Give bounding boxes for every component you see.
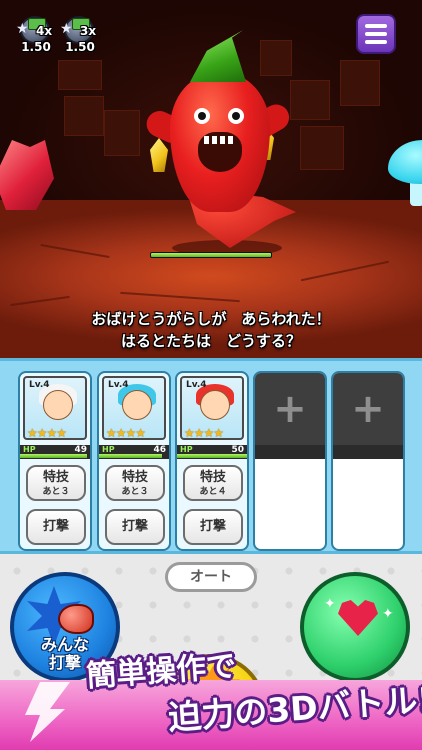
- party-member-card: Lv.4 ★★★★ HP 50 特技 あと４ 打撃: [175, 371, 249, 551]
- attack-button[interactable]: 打撃: [183, 509, 243, 545]
- hamburger-menu-icon: [365, 40, 387, 44]
- skill-label: 特技: [199, 470, 226, 485]
- rarity-stars: ★★★★: [106, 426, 146, 440]
- monster-eye: [228, 108, 244, 124]
- speed-badge: ★ 4x 1.50: [14, 14, 58, 56]
- empty-slot-top: +: [333, 373, 403, 445]
- hp-bar: HP 46: [99, 445, 169, 459]
- enemy-hp-fill: [151, 253, 271, 257]
- character-portrait[interactable]: Lv.4 ★★★★: [102, 376, 166, 440]
- character-portrait[interactable]: Lv.4 ★★★★: [23, 376, 87, 440]
- menu-button[interactable]: [356, 14, 396, 54]
- character-level: Lv.4: [108, 380, 129, 390]
- skill-label: 特技: [121, 470, 148, 485]
- speed-badge: ★ 3x 1.50: [58, 14, 102, 56]
- battle-message: おばけとうがらしが あらわれた！ はるとたちは どうする？: [0, 308, 422, 352]
- boxing-glove-icon: [58, 604, 94, 634]
- character-face: [43, 390, 73, 420]
- enemy-hp-bar: [150, 252, 272, 258]
- rarity-stars: ★★★★: [184, 426, 224, 440]
- empty-party-slot[interactable]: +: [331, 371, 405, 551]
- battle-scene: ★ 4x 1.50 ★ 3x 1.50 おばけとうがらしが あらわれた！ はると…: [0, 0, 422, 358]
- speed-multiplier: 3x: [80, 24, 97, 38]
- skill-remaining: あと３: [121, 487, 149, 497]
- wall-brick: [300, 126, 344, 170]
- plus-icon: +: [273, 386, 307, 432]
- attack-button[interactable]: 打撃: [105, 509, 165, 545]
- battle-message-line: おばけとうがらしが あらわれた！: [91, 310, 331, 328]
- hp-fill: [99, 454, 162, 458]
- hp-bar: HP 50: [177, 445, 247, 459]
- plus-icon: +: [351, 386, 385, 432]
- star-icon: ★: [60, 21, 73, 37]
- sparkle-icon: ✦: [324, 596, 336, 612]
- party-member-card: Lv.4 ★★★★ HP 49 特技 あと３ 打撃: [18, 371, 92, 551]
- heart-icon: [338, 600, 378, 636]
- hamburger-menu-icon: [365, 32, 387, 36]
- hp-fill: [20, 454, 87, 458]
- monster-eye: [194, 108, 210, 124]
- wall-brick: [58, 60, 102, 90]
- hp-label: HP: [23, 445, 36, 454]
- character-face: [122, 390, 152, 420]
- wall-brick: [290, 80, 330, 120]
- hp-label: HP: [102, 445, 115, 454]
- hp-label: HP: [180, 445, 193, 454]
- attack-button[interactable]: 打撃: [26, 509, 86, 545]
- hp-bar: HP 49: [20, 445, 90, 459]
- hp-fill: [177, 454, 247, 458]
- monster-mouth: [198, 132, 242, 172]
- skill-remaining: あと３: [42, 487, 70, 497]
- monster-stem-hat: [190, 30, 246, 82]
- character-portrait[interactable]: Lv.4 ★★★★: [180, 376, 244, 440]
- star-icon: ★: [16, 21, 29, 37]
- heal-button[interactable]: ✦ ✦: [300, 572, 410, 682]
- skill-button[interactable]: 特技 あと３: [105, 465, 165, 501]
- chili-ghost-monster[interactable]: [142, 28, 296, 258]
- character-level: Lv.4: [186, 380, 207, 390]
- empty-party-slot[interactable]: +: [253, 371, 327, 551]
- speed-value: 1.50: [65, 40, 95, 54]
- speed-multiplier: 4x: [36, 24, 53, 38]
- character-level: Lv.4: [29, 380, 50, 390]
- hamburger-menu-icon: [365, 24, 387, 28]
- sparkle-icon: ✦: [382, 606, 394, 622]
- wall-brick: [64, 96, 104, 136]
- auto-button[interactable]: オート: [165, 562, 257, 592]
- wall-brick: [104, 110, 140, 156]
- blue-mushroom: [388, 140, 422, 184]
- empty-slot-bar: [333, 445, 403, 459]
- skill-remaining: あと４: [199, 487, 227, 497]
- wall-brick: [340, 60, 380, 106]
- party-member-card: Lv.4 ★★★★ HP 46 特技 あと３ 打撃: [97, 371, 171, 551]
- character-face: [200, 390, 230, 420]
- skill-button[interactable]: 特技 あと４: [183, 465, 243, 501]
- battle-message-line: はるとたちは どうする？: [120, 332, 301, 350]
- party-panel: Lv.4 ★★★★ HP 49 特技 あと３ 打撃 Lv.4 ★★★★ HP 4…: [0, 358, 422, 554]
- skill-label: 特技: [42, 470, 69, 485]
- rarity-stars: ★★★★: [27, 426, 67, 440]
- empty-slot-bar: [255, 445, 325, 459]
- empty-slot-top: +: [255, 373, 325, 445]
- skill-button[interactable]: 特技 あと３: [26, 465, 86, 501]
- speed-value: 1.50: [21, 40, 51, 54]
